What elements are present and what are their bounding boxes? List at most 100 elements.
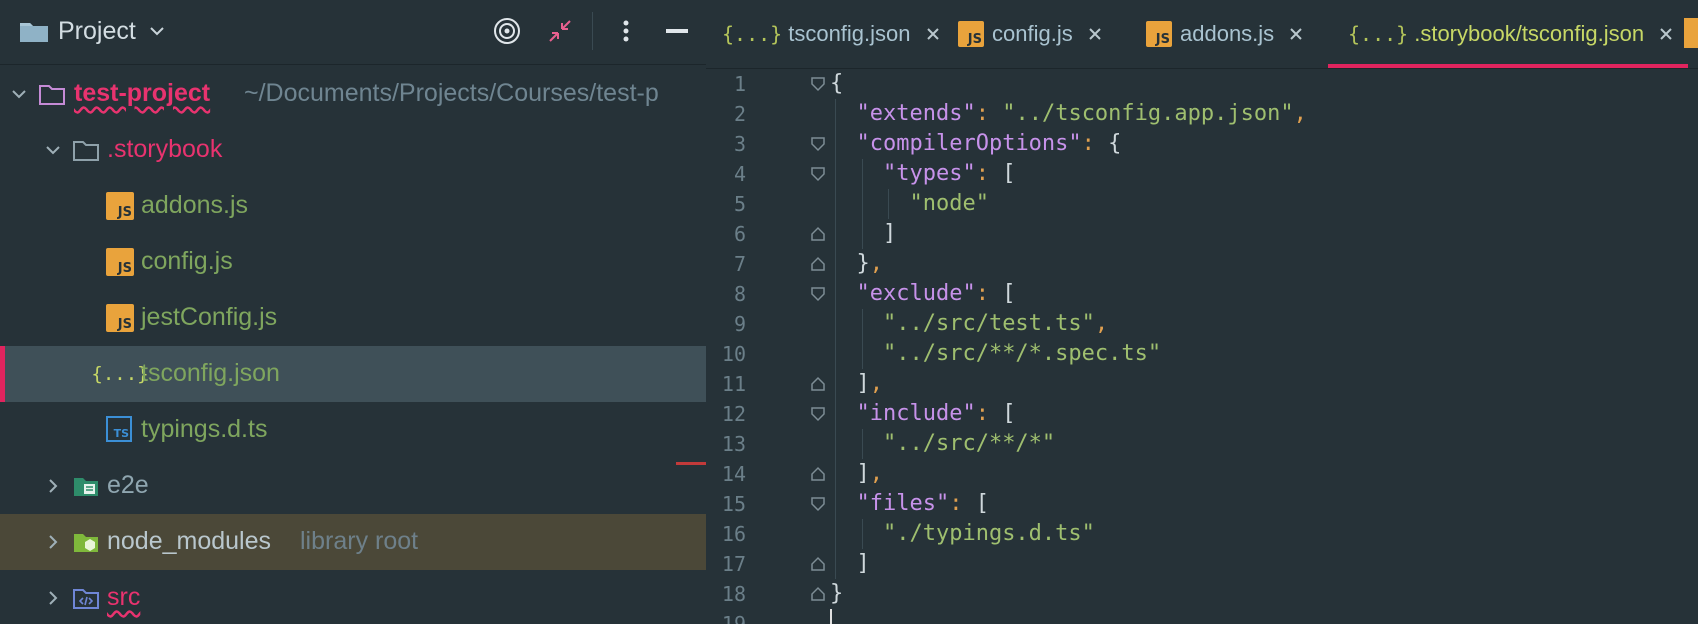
tree-row-root[interactable]: test-project ~/Documents/Projects/Course… [0, 66, 706, 122]
root-project-name: test-project [74, 79, 211, 107]
tab-label: tsconfig.json [788, 21, 911, 46]
tree-row-folder[interactable]: src [0, 570, 706, 624]
tree-row-folder[interactable]: e2e [0, 458, 706, 514]
line-number: 17 [721, 552, 746, 576]
code-line[interactable]: ], [830, 369, 883, 399]
fold-close-icon[interactable] [810, 256, 826, 272]
code-line[interactable]: }, [830, 249, 883, 279]
fold-open-icon[interactable] [810, 166, 826, 182]
line-number: 2 [733, 102, 746, 126]
target-icon[interactable] [492, 16, 522, 46]
tab-storybook-tsconfig-json[interactable]: {...} .storybook/tsconfig.json [1328, 0, 1689, 68]
source-folder-icon [73, 589, 99, 609]
line-number: 6 [733, 222, 746, 246]
code-line[interactable]: "../src/**/*" [830, 429, 1055, 459]
collapse-all-icon[interactable] [545, 16, 575, 46]
more-options-icon[interactable] [611, 16, 641, 46]
tab-addons-js[interactable]: JS addons.js [1146, 0, 1304, 68]
line-number: 1 [733, 72, 746, 96]
fold-open-icon[interactable] [810, 76, 826, 92]
json-file-icon: {...} [91, 363, 149, 385]
code-line[interactable]: } [830, 579, 843, 609]
tab-label: addons.js [1180, 21, 1275, 46]
indent-guide [888, 189, 890, 219]
toolbar-divider [592, 12, 593, 50]
project-tree: test-project ~/Documents/Projects/Course… [0, 66, 706, 624]
js-file-icon: JS [106, 192, 134, 220]
code-editor[interactable]: 1 2 3 4 5 6 7 8 9 10 11 12 13 14 15 16 17 18 19 { "extends… [706, 69, 1698, 624]
line-number: 4 [733, 162, 746, 186]
close-icon[interactable] [1288, 26, 1304, 42]
close-icon[interactable] [925, 26, 941, 42]
code-line[interactable]: ], [830, 459, 883, 489]
code-line[interactable]: "exclude": [ [830, 279, 1016, 309]
chevron-right-icon[interactable] [44, 589, 62, 607]
fold-close-icon[interactable] [810, 226, 826, 242]
code-line[interactable]: "../src/**/*.spec.ts" [830, 339, 1161, 369]
project-view-selector[interactable]: Project [18, 14, 166, 48]
tab-label: .storybook/tsconfig.json [1414, 21, 1645, 46]
tree-item-label: src [107, 583, 141, 611]
tree-row-storybook[interactable]: .storybook [0, 122, 706, 178]
fold-close-icon[interactable] [810, 556, 826, 572]
js-file-icon: JS [106, 304, 134, 332]
tree-item-label: e2e [107, 471, 149, 499]
tree-row-folder-library[interactable]: node_modules library root [0, 514, 706, 570]
chevron-right-icon[interactable] [44, 533, 62, 551]
code-line[interactable]: "compilerOptions": { [830, 129, 1122, 159]
minimize-icon[interactable] [662, 16, 692, 46]
line-number: 13 [721, 432, 746, 456]
code-line[interactable]: "../src/test.ts", [830, 309, 1108, 339]
folder-icon [73, 141, 99, 161]
code-line[interactable]: "files": [ [830, 489, 989, 519]
chevron-down-icon[interactable] [10, 85, 28, 103]
fold-open-icon[interactable] [810, 286, 826, 302]
tree-item-label: .storybook [107, 135, 223, 163]
tree-row-file-selected[interactable]: {...} tsconfig.json [0, 346, 706, 402]
tree-row-file[interactable]: JS jestConfig.js [0, 290, 706, 346]
tree-item-label: node_modules [107, 527, 272, 555]
indent-guide [861, 519, 863, 549]
code-line[interactable]: { [830, 69, 843, 99]
line-number: 11 [721, 372, 746, 396]
line-number: 15 [721, 492, 746, 516]
chevron-down-icon[interactable] [148, 22, 166, 40]
js-file-icon: JS [106, 248, 134, 276]
fold-open-icon[interactable] [810, 406, 826, 422]
line-number: 8 [733, 282, 746, 306]
code-line[interactable]: "./typings.d.ts" [830, 519, 1095, 549]
line-number: 5 [733, 192, 746, 216]
root-project-path: ~/Documents/Projects/Courses/test-p [244, 79, 659, 107]
code-line[interactable]: "node" [830, 189, 988, 219]
fold-open-icon[interactable] [810, 136, 826, 152]
fold-open-icon[interactable] [810, 496, 826, 512]
fold-close-icon[interactable] [810, 586, 826, 602]
chevron-down-icon[interactable] [44, 141, 62, 159]
code-line[interactable]: "types": [ [830, 159, 1015, 189]
js-icon: JS [1146, 21, 1172, 47]
close-icon[interactable] [1087, 26, 1103, 42]
overflow-tab-icon[interactable] [1684, 18, 1698, 48]
code-line[interactable]: ] [830, 219, 896, 249]
js-icon: JS [958, 21, 984, 47]
fold-close-icon[interactable] [810, 466, 826, 482]
line-number: 10 [721, 342, 746, 366]
chevron-right-icon[interactable] [44, 477, 62, 495]
line-number: 7 [733, 252, 746, 276]
tab-config-js[interactable]: JS config.js [958, 0, 1103, 68]
fold-close-icon[interactable] [810, 376, 826, 392]
code-line[interactable]: "extends": "../tsconfig.app.json", [830, 99, 1307, 129]
code-line[interactable]: "include": [ [830, 399, 1016, 429]
tree-row-file[interactable]: JS addons.js [0, 178, 706, 234]
tree-row-file[interactable]: JS config.js [0, 234, 706, 290]
line-number: 16 [721, 522, 746, 546]
tab-tsconfig-json[interactable]: {...} tsconfig.json [722, 0, 941, 68]
tree-row-file[interactable]: TS typings.d.ts [0, 402, 706, 458]
close-icon[interactable] [1658, 26, 1674, 42]
tree-item-label: addons.js [141, 191, 249, 219]
indent-guide [861, 309, 863, 369]
nodejs-folder-icon [74, 534, 98, 552]
project-toolbar: Project [0, 0, 706, 65]
indent-guide [835, 99, 837, 579]
json-icon: {...} [722, 22, 783, 46]
